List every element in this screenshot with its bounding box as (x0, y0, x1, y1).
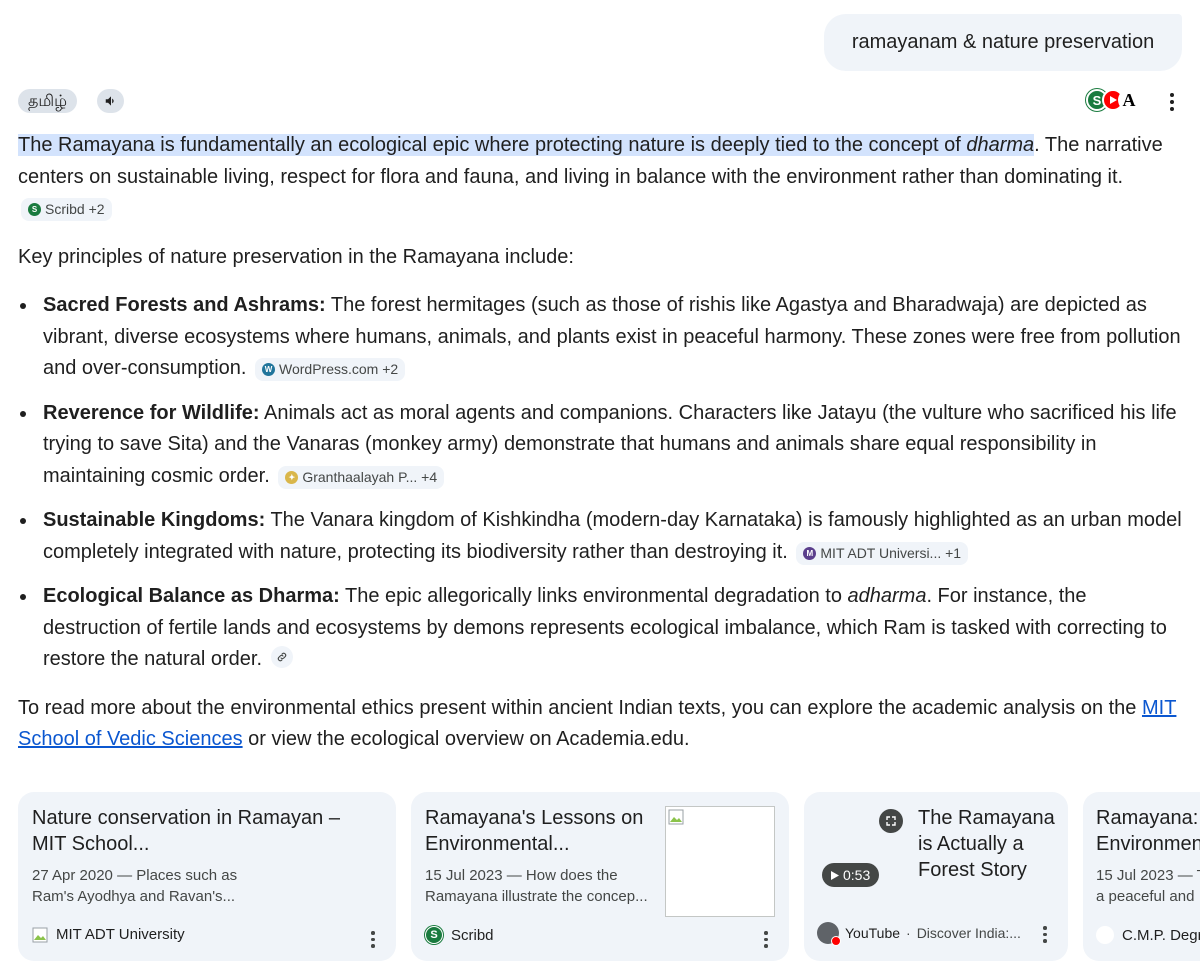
broken-image-icon (668, 809, 684, 825)
more-dot-icon (1170, 93, 1174, 97)
mit-adt-icon: M (803, 546, 817, 560)
source-card-mit[interactable]: Nature conservation in Ramayan – MIT Sch… (18, 792, 396, 961)
read-aloud-button[interactable] (97, 89, 124, 113)
card-title: The Ramayana is Actually a Forest Story (918, 807, 1055, 881)
citation-chip[interactable]: M MIT ADT Universi... +1 (796, 541, 969, 565)
site-favicon (1096, 926, 1114, 944)
source-card-cmp[interactable]: Ramayana: Environmen 15 Jul 2023 — T a p… (1083, 792, 1200, 961)
scribd-icon: S (425, 926, 443, 944)
more-options-button[interactable] (1162, 91, 1182, 113)
card-title: Ramayana: Environmen (1096, 807, 1200, 855)
more-dot-icon (1170, 107, 1174, 111)
card-source: YouTube · Discover India:... (817, 922, 1021, 946)
source-card-youtube[interactable]: 0:53 The Ramayana is Actually a Forest S… (804, 792, 1068, 961)
video-duration-badge: 0:53 (822, 863, 880, 887)
more-dot-icon (1170, 100, 1174, 104)
citation-chip[interactable]: W WordPress.com +2 (255, 358, 406, 381)
card-more-button[interactable] (764, 931, 768, 948)
channel-avatar (817, 922, 841, 946)
user-query-bubble: ramayanam & nature preservation (824, 14, 1182, 71)
highlighted-sentence: The Ramayana is fundamentally an ecologi… (18, 134, 1035, 156)
card-snippet: 15 Jul 2023 — T a peaceful and (1096, 867, 1200, 905)
principles-list: Sacred Forests and Ashrams: The forest h… (18, 290, 1182, 676)
answer-closing: To read more about the environmental eth… (18, 696, 1177, 751)
card-snippet: 27 Apr 2020 — Places such as Ram's Ayodh… (32, 867, 238, 905)
broken-image-icon (32, 927, 48, 942)
link-icon (277, 652, 286, 662)
language-label: தமிழ் (28, 90, 68, 110)
sources-stack-button[interactable]: S A (1086, 89, 1140, 111)
card-source: S Scribd (425, 926, 494, 944)
ai-answer: The Ramayana is fundamentally an ecologi… (18, 130, 1182, 773)
answer-intro: The Ramayana is fundamentally an ecologi… (18, 130, 1182, 225)
list-item: Sacred Forests and Ashrams: The forest h… (18, 290, 1182, 385)
answer-lead: Key principles of nature preservation in… (18, 245, 574, 268)
list-item: Reverence for Wildlife: Animals act as m… (18, 398, 1182, 493)
citation-chip[interactable]: ✦ Granthaalayah P... +4 (278, 465, 445, 489)
academia-icon: A (1118, 89, 1140, 111)
expand-icon[interactable] (879, 809, 903, 833)
wordpress-icon: W (262, 363, 276, 376)
card-more-button[interactable] (1043, 926, 1047, 943)
source-link-button[interactable] (270, 646, 293, 668)
play-icon (831, 870, 839, 880)
card-snippet: 15 Jul 2023 — How does the Ramayana illu… (425, 867, 648, 905)
card-source: C.M.P. Degr (1096, 926, 1200, 944)
youtube-icon (831, 936, 841, 946)
list-item: Sustainable Kingdoms: The Vanara kingdom… (18, 505, 1182, 568)
scribd-icon: S (28, 203, 41, 216)
card-title: Ramayana's Lessons on Environmental... (425, 807, 644, 855)
source-card-scribd[interactable]: Ramayana's Lessons on Environmental... 1… (411, 792, 789, 961)
card-title: Nature conservation in Ramayan – MIT Sch… (32, 807, 340, 855)
card-more-button[interactable] (371, 931, 375, 948)
user-query-text: ramayanam & nature preservation (851, 31, 1155, 53)
card-thumbnail (665, 806, 775, 917)
granthaalayah-icon: ✦ (285, 470, 299, 484)
speaker-icon (105, 96, 114, 106)
card-source: MIT ADT University (32, 926, 185, 943)
list-item: Ecological Balance as Dharma: The epic a… (18, 581, 1182, 676)
source-cards-carousel: Nature conservation in Ramayan – MIT Sch… (18, 792, 1200, 962)
language-toggle-button[interactable]: தமிழ் (18, 89, 78, 113)
citation-chip[interactable]: S Scribd +2 (21, 198, 112, 221)
